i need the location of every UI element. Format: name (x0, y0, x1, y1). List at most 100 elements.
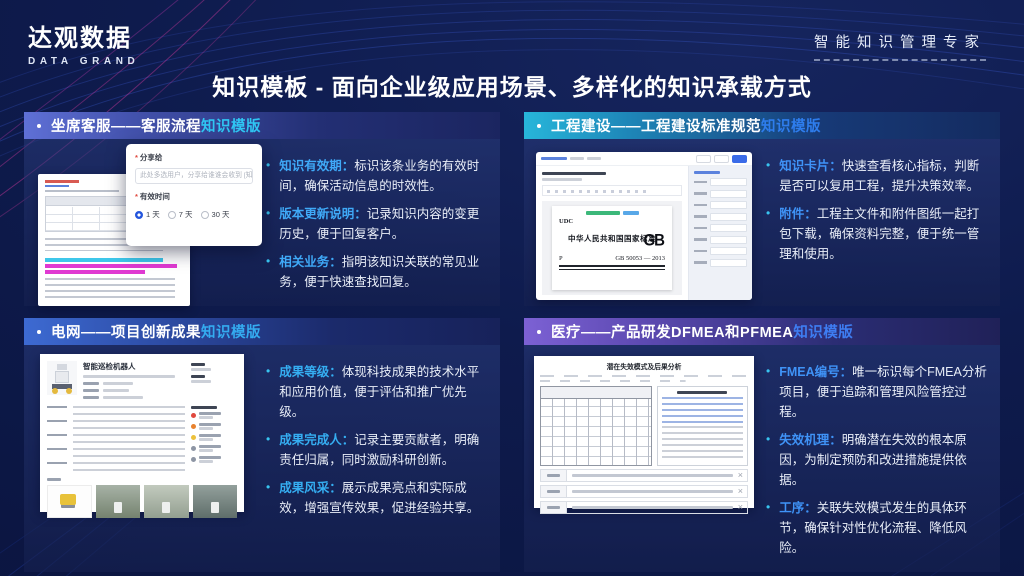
radio-option-7days: 7 天 (168, 209, 193, 220)
bullet-item: •附件：工程主文件和附件图纸一起打包下载，确保资料完整，便于统一管理和使用。 (764, 204, 988, 264)
photo-field-robot (96, 485, 141, 518)
contributor-row (191, 423, 237, 430)
p-label: P (559, 255, 563, 262)
bullet-term: 成果等级： (279, 365, 342, 379)
dot-icon: • (766, 430, 770, 490)
required-asterisk: * (135, 153, 138, 162)
button-mock (714, 155, 729, 163)
close-icon: × (738, 487, 743, 496)
panel-medical: 医疗——产品研发DFMEA和PFMEA知识模版 潜在失效模式及后果分析 (524, 318, 1000, 572)
panel-title-prefix: 电网——项目创新成果 (51, 325, 201, 341)
bullet-item: •相关业务：指明该知识关联的常见业务，便于快速查找回复。 (264, 252, 488, 292)
udc-label: UDC (559, 218, 665, 225)
panel-title: 工程建设——工程建设标准规范知识模版 (551, 115, 821, 136)
photo-field-robot (144, 485, 189, 518)
bullet-list: •成果等级：体现科技成果的技术水平和应用价值，便于评估和推广优先级。 •成果完成… (262, 350, 490, 566)
form-row: × (540, 501, 748, 514)
achievement-photos (47, 485, 237, 518)
radio-label: 7 天 (179, 209, 193, 220)
dot-icon: • (766, 156, 770, 196)
tag-mock (586, 211, 620, 215)
dot-icon: • (266, 204, 270, 244)
bullet-list: •知识有效期：标识该条业务的有效时间，确保活动信息的时效性。 •版本更新说明：记… (262, 144, 490, 300)
panel-title-prefix: 工程建设——工程建设标准规范 (551, 119, 761, 135)
panel-engineering: 工程建设——工程建设标准规范知识模版 (524, 112, 1000, 306)
panel-title-prefix: 坐席客服——客服流程 (51, 119, 201, 135)
bullet-term: 相关业务： (279, 255, 342, 269)
magenta-highlight (45, 270, 145, 274)
panel-title-suffix: 知识模版 (201, 119, 261, 135)
validity-field-label: *有效时间 (135, 191, 253, 202)
robot-image (47, 361, 77, 395)
standard-number: GB 50053 — 2013 (615, 255, 665, 262)
dot-icon: • (266, 362, 270, 422)
panel-header-engineering: 工程建设——工程建设标准规范知识模版 (524, 112, 1000, 139)
bullet-dot-icon (537, 330, 541, 334)
contributor-row (191, 412, 237, 419)
rating-block (191, 361, 237, 399)
field-input-mock (710, 201, 747, 209)
panel-title: 医疗——产品研发DFMEA和PFMEA知识模版 (551, 321, 853, 342)
bullet-list: •FMEA编号：唯一标识每个FMEA分析项目，便于追踪和管理风险管控过程。 •失… (762, 350, 990, 566)
achievement-page-preview: 智能巡检机器人 (40, 354, 244, 512)
radio-option-30days: 30 天 (201, 209, 230, 220)
fmea-table (540, 386, 652, 466)
panel-power-grid: 电网——项目创新成果知识模版 智能巡检机器人 (24, 318, 500, 572)
radio-option-1day: 1 天 (135, 209, 160, 220)
button-mock (696, 155, 711, 163)
avatar-dot (191, 457, 196, 462)
contributor-row (191, 445, 237, 452)
bullet-item: •知识卡片：快速查看核心指标，判断是否可以复用工程，提升决策效率。 (764, 156, 988, 196)
bullet-term: 附件： (779, 207, 817, 221)
panel-title-suffix: 知识模版 (761, 119, 821, 135)
dot-icon: • (266, 156, 270, 196)
tagline-dashed-underline (814, 59, 986, 61)
bullet-term: 知识有效期： (279, 159, 354, 173)
radio-icon (168, 211, 176, 219)
report-page (657, 386, 748, 466)
avatar-dot (191, 435, 196, 440)
dot-icon: • (266, 478, 270, 518)
dot-icon: • (266, 252, 270, 292)
panel-header-power-grid: 电网——项目创新成果知识模版 (24, 318, 500, 345)
avatar-dot (191, 446, 196, 451)
validity-label-text: 有效时间 (140, 191, 170, 202)
field-input-mock (710, 247, 747, 255)
tagline-text: 智能知识管理专家 (814, 31, 986, 52)
radio-label: 30 天 (212, 209, 230, 220)
gb-logo: GB (644, 232, 665, 248)
field-input-mock (710, 190, 747, 198)
panel-title-suffix: 知识模版 (793, 325, 853, 341)
app-window-preview: UDC GB 中华人民共和国国家标准 PGB 50053 — 2013 (536, 152, 752, 300)
bullet-term: 知识卡片： (779, 159, 842, 173)
bullet-term: 成果完成人： (279, 433, 354, 447)
field-input-mock (710, 224, 747, 232)
dot-icon: • (766, 498, 770, 558)
share-label-text: 分享给 (140, 152, 163, 163)
share-field-label: *分享给 (135, 152, 253, 163)
panel-grid: 坐席客服——客服流程知识模版 (24, 112, 1000, 560)
fmea-title: 潜在失效模式及后果分析 (540, 361, 748, 371)
field-input-mock (710, 236, 747, 244)
field-input-mock (710, 259, 747, 267)
panel-title-suffix: 知识模版 (201, 325, 261, 341)
slide-title: 知识模板 - 面向企业级应用场景、多样化的知识承载方式 (0, 68, 1024, 102)
cyan-highlight (45, 258, 163, 262)
avatar-dot (191, 413, 196, 418)
app-topbar (536, 152, 752, 166)
close-icon: × (738, 503, 743, 512)
bullet-list: •知识卡片：快速查看核心指标，判断是否可以复用工程，提升决策效率。 •附件：工程… (762, 144, 990, 300)
bullet-item: •成果完成人：记录主要贡献者，明确责任归属，同时激励科研创新。 (264, 430, 488, 470)
tagline: 智能知识管理专家 (814, 31, 986, 61)
paragraph-lines-mock (73, 406, 185, 474)
close-icon: × (738, 471, 743, 480)
bullet-term: 失效机理： (779, 433, 842, 447)
contributor-row (191, 456, 237, 463)
share-popover: *分享给 此处多选用户，分享给谁谁会收到 [知 *有效时间 1 天 7 天 30… (126, 144, 262, 246)
dot-icon: • (766, 362, 770, 422)
bullet-item: •成果风采：展示成果亮点和实际成效，增强宣传效果，促进经验共享。 (264, 478, 488, 518)
panel-title: 坐席客服——客服流程知识模版 (51, 115, 261, 136)
radio-label: 1 天 (146, 209, 160, 220)
text-lines-mock (662, 426, 743, 458)
primary-button-mock (732, 155, 747, 163)
